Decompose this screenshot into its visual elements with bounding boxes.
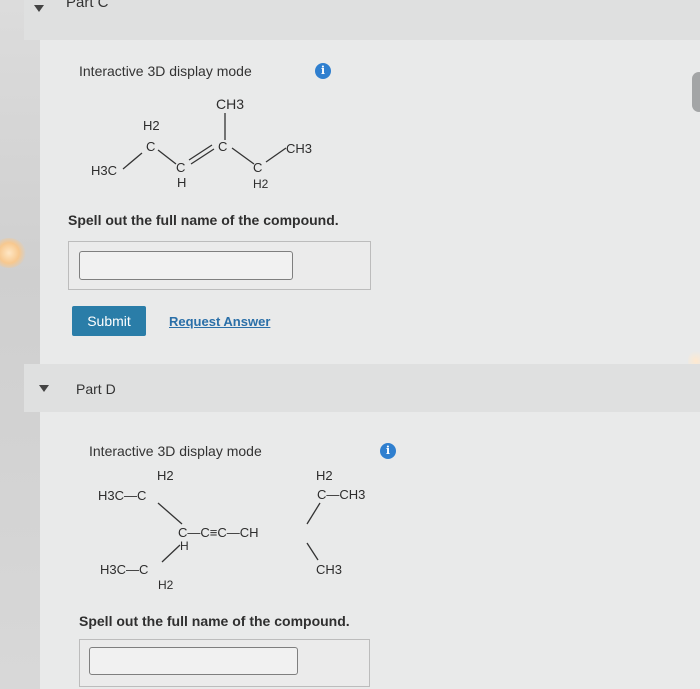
structure-label: H2 [316,468,333,483]
structure-label: H3C—C [98,488,146,503]
structure-label: C [253,160,262,175]
structure-label: C [146,139,155,154]
bond [122,152,143,170]
structure-label: H3C [91,163,117,178]
structure-label: C [176,160,185,175]
structure-label: CH3 [286,141,312,156]
part-d-header[interactable] [24,364,700,412]
bond [306,502,321,525]
bond [231,147,255,165]
structure-label: C—C≡C—CH [178,525,259,540]
bond [157,502,183,525]
question-prompt: Spell out the full name of the compound. [68,212,339,228]
answer-area [68,241,371,290]
structure-label: H2 [143,118,160,133]
structure-label: H2 [157,468,174,483]
answer-area [79,639,370,687]
answer-input[interactable] [79,251,293,280]
submit-button[interactable]: Submit [72,306,146,336]
structure-label: H2 [253,177,269,191]
info-icon[interactable]: i [380,443,396,459]
structure-label: C—CH3 [317,487,365,502]
structure-label: H2 [158,578,174,592]
answer-input[interactable] [89,647,298,675]
structure-label: H [180,539,189,553]
display-mode-label: Interactive 3D display mode [89,443,262,459]
bond [306,542,319,561]
structure-label: CH3 [216,96,244,112]
request-answer-link[interactable]: Request Answer [169,314,270,329]
bond [157,149,177,165]
structure-label: H [177,175,186,190]
bond [265,147,287,163]
structure-label: H3C—C [100,562,148,577]
question-prompt: Spell out the full name of the compound. [79,613,350,629]
bond [161,544,181,563]
collapse-toggle-icon[interactable] [39,385,49,392]
part-d-title: Part D [76,381,116,397]
structure-label: C [218,139,227,154]
structure-label: CH3 [316,562,342,577]
structure-c: CH3 H2 C H3C C H C C H2 CH3 H2 H3C—C H2 … [91,96,365,592]
